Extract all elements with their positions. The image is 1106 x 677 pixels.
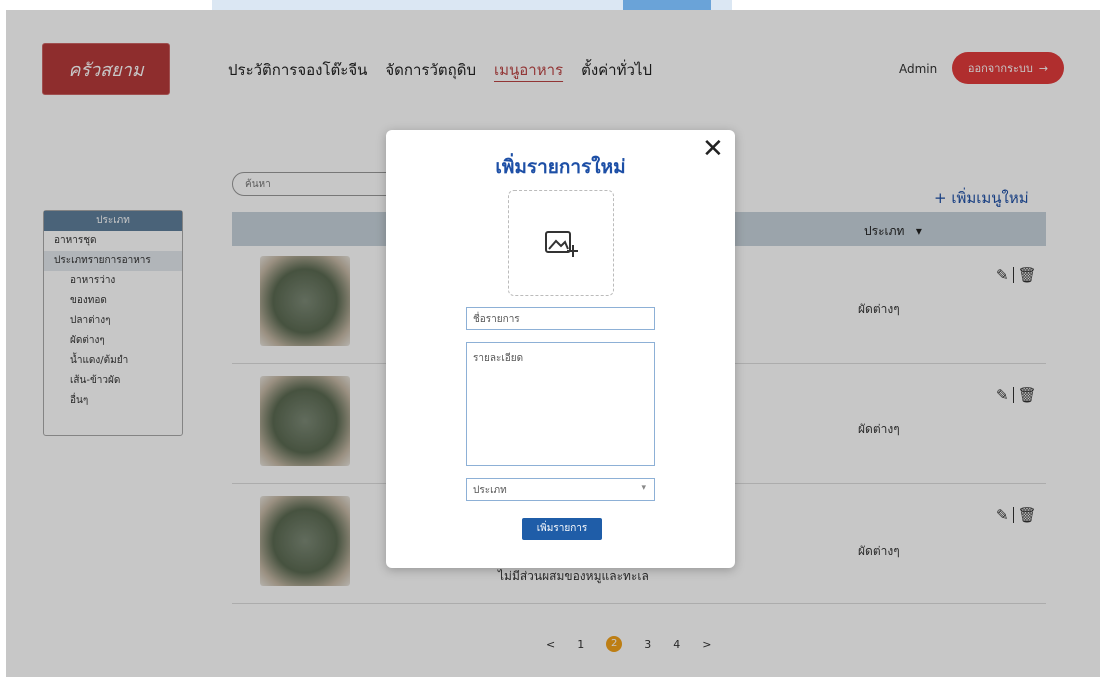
image-upload-box[interactable] (508, 190, 614, 296)
top-strip-highlight (623, 0, 711, 10)
app-frame: ครัวสยาม ประวัติการจองโต๊ะจีน จัดการวัตถ… (6, 10, 1100, 677)
add-item-button[interactable]: เพิ่มรายการ (522, 518, 602, 540)
chevron-down-icon: ▾ (641, 483, 646, 493)
item-type-label: ประเภท (473, 485, 507, 496)
add-image-icon (545, 231, 578, 257)
item-type-select[interactable]: ประเภท ▾ (466, 478, 655, 501)
modal-title: เพิ่มรายการใหม่ (495, 156, 626, 178)
add-item-modal: ✕ เพิ่มรายการใหม่ ชื่อรายการ รายละเอียด … (386, 130, 735, 568)
top-strip (0, 0, 1106, 10)
item-detail-textarea[interactable]: รายละเอียด (466, 342, 655, 466)
page: ครัวสยาม ประวัติการจองโต๊ะจีน จัดการวัตถ… (6, 10, 1100, 677)
item-name-input[interactable]: ชื่อรายการ (466, 307, 655, 330)
